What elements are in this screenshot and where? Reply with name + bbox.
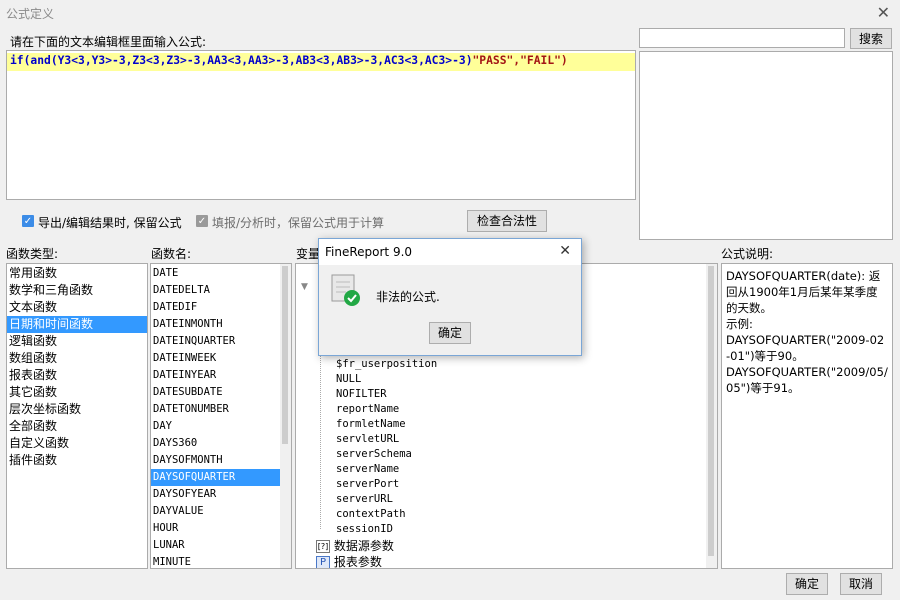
function-name-item[interactable]: DATEINQUARTER bbox=[151, 333, 281, 350]
function-name-item[interactable]: HOUR bbox=[151, 520, 281, 537]
description-line: DAYSOFQUARTER(date): 返回从1900年1月后某年某季度的天数… bbox=[726, 269, 881, 315]
variable-item[interactable]: $fr_userposition bbox=[336, 357, 437, 372]
description-label: 公式说明: bbox=[721, 247, 774, 261]
function-name-scrollbar[interactable] bbox=[280, 264, 291, 568]
datasource-param-icon: [?] bbox=[316, 540, 330, 553]
search-input[interactable] bbox=[639, 28, 845, 48]
keep-formula-fill-label: 填报/分析时，保留公式用于计算 bbox=[212, 216, 385, 230]
function-name-item[interactable]: DATEINMONTH bbox=[151, 316, 281, 333]
variable-item[interactable]: NULL bbox=[336, 372, 437, 387]
function-name-item[interactable]: DAYVALUE bbox=[151, 503, 281, 520]
function-name-label: 函数名: bbox=[151, 247, 192, 261]
report-param-row[interactable]: P 报表参数 bbox=[316, 553, 382, 569]
variables-scroll-thumb[interactable] bbox=[708, 266, 714, 556]
function-type-label: 函数类型: bbox=[6, 247, 59, 261]
variable-item[interactable]: NOFILTER bbox=[336, 387, 437, 402]
variable-item[interactable]: servletURL bbox=[336, 432, 437, 447]
formula-text[interactable]: if(and(Y3<3,Y3>-3,Z3<3,Z3>-3,AA3<3,AA3>-… bbox=[10, 54, 568, 67]
function-type-item[interactable]: 日期和时间函数 bbox=[7, 316, 147, 333]
window-titlebar: 公式定义 ✕ bbox=[0, 0, 900, 26]
variable-item[interactable]: serverPort bbox=[336, 477, 437, 492]
function-name-item[interactable]: DAYSOFMONTH bbox=[151, 452, 281, 469]
variable-item[interactable]: serverName bbox=[336, 462, 437, 477]
report-param-icon: P bbox=[316, 556, 330, 568]
function-name-item[interactable]: DAYS360 bbox=[151, 435, 281, 452]
function-type-list[interactable]: 常用函数 数学和三角函数 文本函数 日期和时间函数 逻辑函数 数组函数 报表函数 其它函数 层次… bbox=[6, 263, 148, 569]
error-dialog-ok-button[interactable]: 确定 bbox=[429, 322, 471, 344]
error-dialog-titlebar: FineReport 9.0 ✕ bbox=[319, 239, 581, 265]
formula-description: DAYSOFQUARTER(date): 返回从1900年1月后某年某季度的天数… bbox=[721, 263, 893, 569]
formula-editor[interactable]: if(and(Y3<3,Y3>-3,Z3<3,Z3>-3,AA3<3,AA3>-… bbox=[6, 50, 636, 200]
function-type-item[interactable]: 数学和三角函数 bbox=[7, 282, 147, 299]
function-name-item[interactable]: DATEDELTA bbox=[151, 282, 281, 299]
variables-scrollbar[interactable] bbox=[706, 264, 717, 568]
keep-formula-export-label: 导出/编辑结果时, 保留公式 bbox=[38, 216, 182, 230]
function-name-scroll-thumb[interactable] bbox=[282, 266, 288, 444]
error-dialog-message: 非法的公式. bbox=[376, 290, 440, 304]
variable-item[interactable]: sessionID bbox=[336, 522, 437, 537]
function-name-item[interactable]: DAY bbox=[151, 418, 281, 435]
function-name-item[interactable]: DAYSOFYEAR bbox=[151, 486, 281, 503]
formula-prompt-label: 请在下面的文本编辑框里面输入公式: bbox=[10, 35, 207, 49]
variables-label: 变量 bbox=[296, 247, 321, 261]
keep-formula-export-checkbox[interactable]: ✓ bbox=[22, 215, 34, 227]
function-type-item[interactable]: 全部函数 bbox=[7, 418, 147, 435]
function-name-item[interactable]: MINUTE bbox=[151, 554, 281, 568]
description-line: 示例: bbox=[726, 317, 753, 331]
variable-item[interactable]: formletName bbox=[336, 417, 437, 432]
function-type-item[interactable]: 数组函数 bbox=[7, 350, 147, 367]
formula-token: if( bbox=[10, 54, 31, 67]
function-name-item[interactable]: DATEINYEAR bbox=[151, 367, 281, 384]
search-button[interactable]: 搜索 bbox=[850, 28, 892, 49]
error-dialog-title: FineReport 9.0 bbox=[325, 245, 413, 259]
variable-item[interactable]: serverSchema bbox=[336, 447, 437, 462]
close-icon[interactable]: ✕ bbox=[877, 3, 890, 22]
function-type-item[interactable]: 常用函数 bbox=[7, 265, 147, 282]
function-type-item[interactable]: 报表函数 bbox=[7, 367, 147, 384]
search-results[interactable] bbox=[639, 51, 893, 240]
function-type-item[interactable]: 逻辑函数 bbox=[7, 333, 147, 350]
function-type-item[interactable]: 其它函数 bbox=[7, 384, 147, 401]
formula-token: and bbox=[30, 54, 51, 67]
datasource-param-label: 数据源参数 bbox=[333, 539, 394, 553]
function-type-item[interactable]: 文本函数 bbox=[7, 299, 147, 316]
keep-formula-fill-checkbox: ✓ bbox=[196, 215, 208, 227]
error-dialog: FineReport 9.0 ✕ 非法的公式. 确定 bbox=[318, 238, 582, 356]
formula-token: "PASS","FAIL") bbox=[472, 54, 568, 67]
variable-item[interactable]: reportName bbox=[336, 402, 437, 417]
check-validity-button[interactable]: 检查合法性 bbox=[467, 210, 547, 232]
function-name-item[interactable]: LUNAR bbox=[151, 537, 281, 554]
function-name-item[interactable]: DATEINWEEK bbox=[151, 350, 281, 367]
function-name-item[interactable]: DATEDIF bbox=[151, 299, 281, 316]
document-check-icon bbox=[331, 273, 360, 306]
error-dialog-close-icon[interactable]: ✕ bbox=[559, 243, 571, 259]
function-type-item[interactable]: 自定义函数 bbox=[7, 435, 147, 452]
function-name-list[interactable]: DATE DATEDELTA DATEDIF DATEINMONTH DATEINQUA… bbox=[150, 263, 292, 569]
window-title: 公式定义 bbox=[6, 7, 55, 21]
function-name-item[interactable]: DATESUBDATE bbox=[151, 384, 281, 401]
variable-item[interactable]: serverURL bbox=[336, 492, 437, 507]
report-param-label: 报表参数 bbox=[333, 555, 382, 569]
formula-token: (Y3<3,Y3>-3,Z3<3,Z3>-3,AA3<3,AA3>-3,AB3<… bbox=[50, 54, 473, 67]
cancel-button[interactable]: 取消 bbox=[840, 573, 882, 595]
tree-collapse-icon[interactable]: ▼ bbox=[301, 282, 308, 292]
description-line: DAYSOFQUARTER("2009/05/05")等于91。 bbox=[726, 365, 888, 395]
function-type-item[interactable]: 层次坐标函数 bbox=[7, 401, 147, 418]
function-type-item[interactable]: 插件函数 bbox=[7, 452, 147, 469]
variable-item[interactable]: contextPath bbox=[336, 507, 437, 522]
function-name-item[interactable]: DATETONUMBER bbox=[151, 401, 281, 418]
function-name-item[interactable]: DATE bbox=[151, 265, 281, 282]
datasource-param-row[interactable]: [?] 数据源参数 bbox=[316, 537, 394, 554]
ok-button[interactable]: 确定 bbox=[786, 573, 828, 595]
description-line: DAYSOFQUARTER("2009-02-01")等于90。 bbox=[726, 333, 885, 363]
function-name-item[interactable]: DAYSOFQUARTER bbox=[151, 469, 281, 486]
